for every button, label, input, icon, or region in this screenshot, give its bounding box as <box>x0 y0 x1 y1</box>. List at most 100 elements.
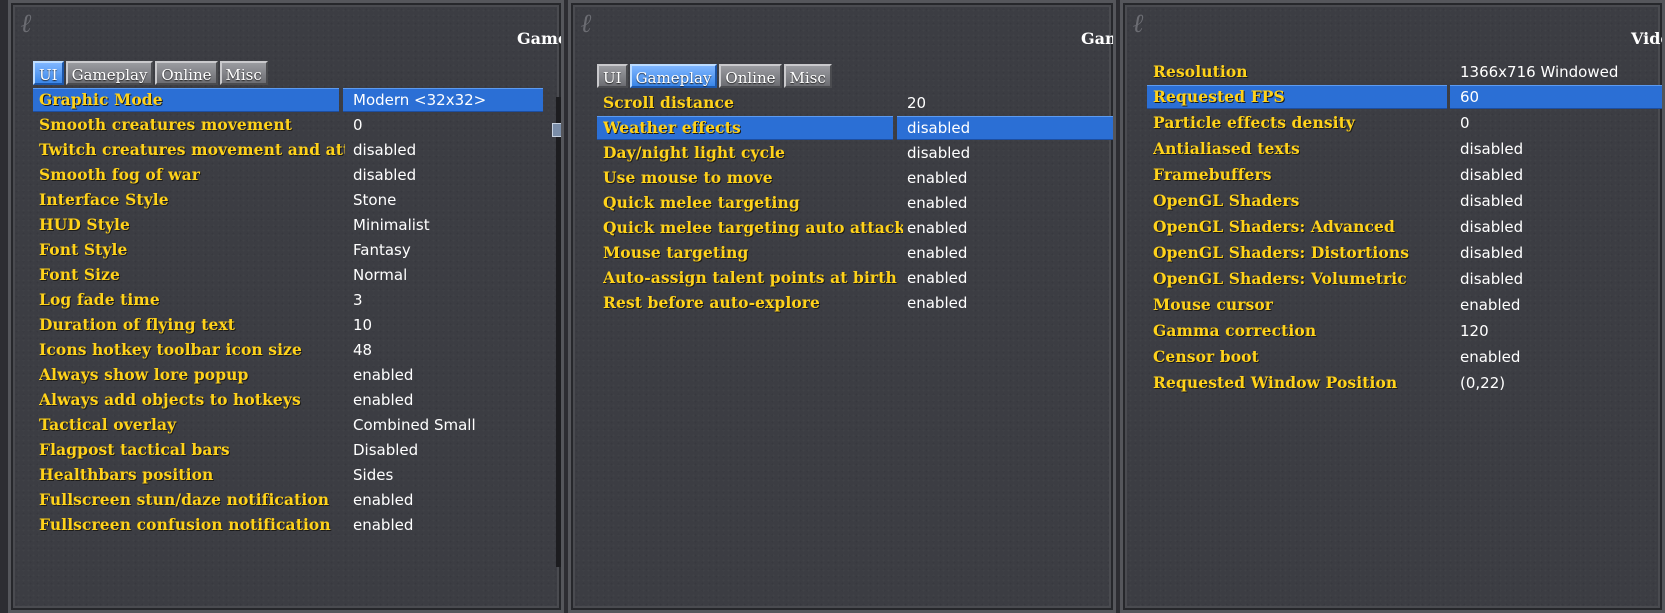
option-value: Fantasy <box>353 241 411 259</box>
option-row[interactable]: Fullscreen stun/daze notification enable… <box>33 488 561 512</box>
option-row[interactable]: Icons hotkey toolbar icon size 48 <box>33 338 561 362</box>
option-value: Combined Small <box>353 416 476 434</box>
option-value: 20 <box>907 94 927 112</box>
option-label: Icons hotkey toolbar icon size <box>39 340 302 359</box>
option-label: Always show lore popup <box>39 365 249 384</box>
video-options-panel: ℓ Vide Resolution 1366x716 Windowed Requ… <box>1120 0 1665 613</box>
option-row[interactable]: Interface Style Stone <box>33 188 561 212</box>
option-label: Antialiased texts <box>1153 139 1300 158</box>
option-row[interactable]: Particle effects density 0 <box>1147 111 1662 135</box>
option-label: Interface Style <box>39 190 169 209</box>
scrollbar[interactable] <box>556 97 561 567</box>
option-value: disabled <box>1460 192 1524 210</box>
option-row[interactable]: Mouse targeting enabled <box>597 241 1113 265</box>
option-row[interactable]: Quick melee targeting auto attack enable… <box>597 216 1113 240</box>
option-row[interactable]: Tactical overlay Combined Small <box>33 413 561 437</box>
row-highlight-value <box>1450 85 1662 109</box>
tab-gameplay[interactable]: Gameplay <box>629 64 718 88</box>
option-value: 120 <box>1460 322 1489 340</box>
option-value: 1366x716 Windowed <box>1460 63 1619 81</box>
option-value: enabled <box>353 391 414 409</box>
option-row[interactable]: Fullscreen confusion notification enable… <box>33 513 561 537</box>
tab-misc[interactable]: Misc <box>219 61 268 85</box>
option-value: (0,22) <box>1460 374 1506 392</box>
option-value: Minimalist <box>353 216 430 234</box>
option-label: Use mouse to move <box>603 168 773 187</box>
option-row[interactable]: Quick melee targeting enabled <box>597 191 1113 215</box>
option-value: enabled <box>907 244 968 262</box>
option-row[interactable]: Always show lore popup enabled <box>33 363 561 387</box>
option-row[interactable]: Scroll distance 20 <box>597 91 1113 115</box>
option-value: 60 <box>1460 88 1480 106</box>
tab-online[interactable]: Online <box>719 64 782 88</box>
panel-title: Vide <box>1631 29 1662 48</box>
option-label: Rest before auto-explore <box>603 293 820 312</box>
option-value: enabled <box>907 269 968 287</box>
option-row[interactable]: Font Style Fantasy <box>33 238 561 262</box>
option-row[interactable]: HUD Style Minimalist <box>33 213 561 237</box>
option-row-weather-effects[interactable]: Weather effects disabled <box>597 116 1113 140</box>
option-label: Font Size <box>39 265 120 284</box>
option-row[interactable]: Font Size Normal <box>33 263 561 287</box>
option-row-requested-fps[interactable]: Requested FPS 60 <box>1147 85 1662 109</box>
option-label: Day/night light cycle <box>603 143 786 162</box>
option-row[interactable]: Auto-assign talent points at birth enabl… <box>597 266 1113 290</box>
option-row[interactable]: Smooth creatures movement 0 <box>33 113 561 137</box>
option-label: HUD Style <box>39 215 131 234</box>
option-row[interactable]: Smooth fog of war disabled <box>33 163 561 187</box>
option-label: Gamma correction <box>1153 321 1317 340</box>
option-value: disabled <box>1460 270 1524 288</box>
option-label: Smooth creatures movement <box>39 115 292 134</box>
option-value: disabled <box>907 144 971 162</box>
option-row[interactable]: Requested Window Position (0,22) <box>1147 371 1662 395</box>
tab-online[interactable]: Online <box>155 61 218 85</box>
tab-gameplay[interactable]: Gameplay <box>65 61 154 85</box>
option-value: Sides <box>353 466 394 484</box>
option-label: Tactical overlay <box>39 415 177 434</box>
option-label: Resolution <box>1153 62 1248 81</box>
tab-ui[interactable]: UI <box>33 61 64 85</box>
option-row[interactable]: Duration of flying text 10 <box>33 313 561 337</box>
option-value: enabled <box>353 366 414 384</box>
tab-ui[interactable]: UI <box>597 64 628 88</box>
option-row[interactable]: Rest before auto-explore enabled <box>597 291 1113 315</box>
corner-ornament-icon: ℓ <box>581 9 593 39</box>
option-row[interactable]: Use mouse to move enabled <box>597 166 1113 190</box>
option-row[interactable]: OpenGL Shaders: Volumetric disabled <box>1147 267 1662 291</box>
option-row[interactable]: Censor boot enabled <box>1147 345 1662 369</box>
option-value: 10 <box>353 316 373 334</box>
option-label: Requested FPS <box>1153 87 1285 106</box>
option-row[interactable]: Day/night light cycle disabled <box>597 141 1113 165</box>
tab-misc[interactable]: Misc <box>783 64 832 88</box>
option-row[interactable]: Twitch creatures movement and atta disab… <box>33 138 561 162</box>
option-label: Censor boot <box>1153 347 1259 366</box>
option-value: Modern <32x32> <box>353 91 487 109</box>
option-label: Mouse targeting <box>603 243 749 262</box>
option-row[interactable]: Flagpost tactical bars Disabled <box>33 438 561 462</box>
option-value: disabled <box>1460 218 1524 236</box>
option-row[interactable]: Gamma correction 120 <box>1147 319 1662 343</box>
option-label: Quick melee targeting <box>603 193 800 212</box>
option-row[interactable]: Antialiased texts disabled <box>1147 137 1662 161</box>
option-value: disabled <box>1460 166 1524 184</box>
option-label: OpenGL Shaders: Volumetric <box>1153 269 1407 288</box>
option-label: Flagpost tactical bars <box>39 440 230 459</box>
option-row[interactable]: OpenGL Shaders: Advanced disabled <box>1147 215 1662 239</box>
game-options-panel: ℓ Game UI Gameplay Online Misc Graphic M… <box>8 0 564 613</box>
panel-title: Gam <box>1081 29 1113 48</box>
option-value: enabled <box>1460 348 1521 366</box>
option-row[interactable]: Framebuffers disabled <box>1147 163 1662 187</box>
option-label: OpenGL Shaders <box>1153 191 1300 210</box>
option-value: Stone <box>353 191 397 209</box>
option-row[interactable]: Log fade time 3 <box>33 288 561 312</box>
option-row[interactable]: OpenGL Shaders disabled <box>1147 189 1662 213</box>
option-row[interactable]: Healthbars position Sides <box>33 463 561 487</box>
option-row-graphic-mode[interactable]: Graphic Mode Modern <32x32> <box>33 88 561 112</box>
tab-bar: UI Gameplay Online Misc <box>33 61 268 85</box>
option-row[interactable]: Always add objects to hotkeys enabled <box>33 388 561 412</box>
option-row[interactable]: OpenGL Shaders: Distortions disabled <box>1147 241 1662 265</box>
option-row[interactable]: Mouse cursor enabled <box>1147 293 1662 317</box>
scroll-thumb[interactable] <box>552 123 561 137</box>
option-row[interactable]: Resolution 1366x716 Windowed <box>1147 60 1662 84</box>
option-value: 0 <box>1460 114 1470 132</box>
